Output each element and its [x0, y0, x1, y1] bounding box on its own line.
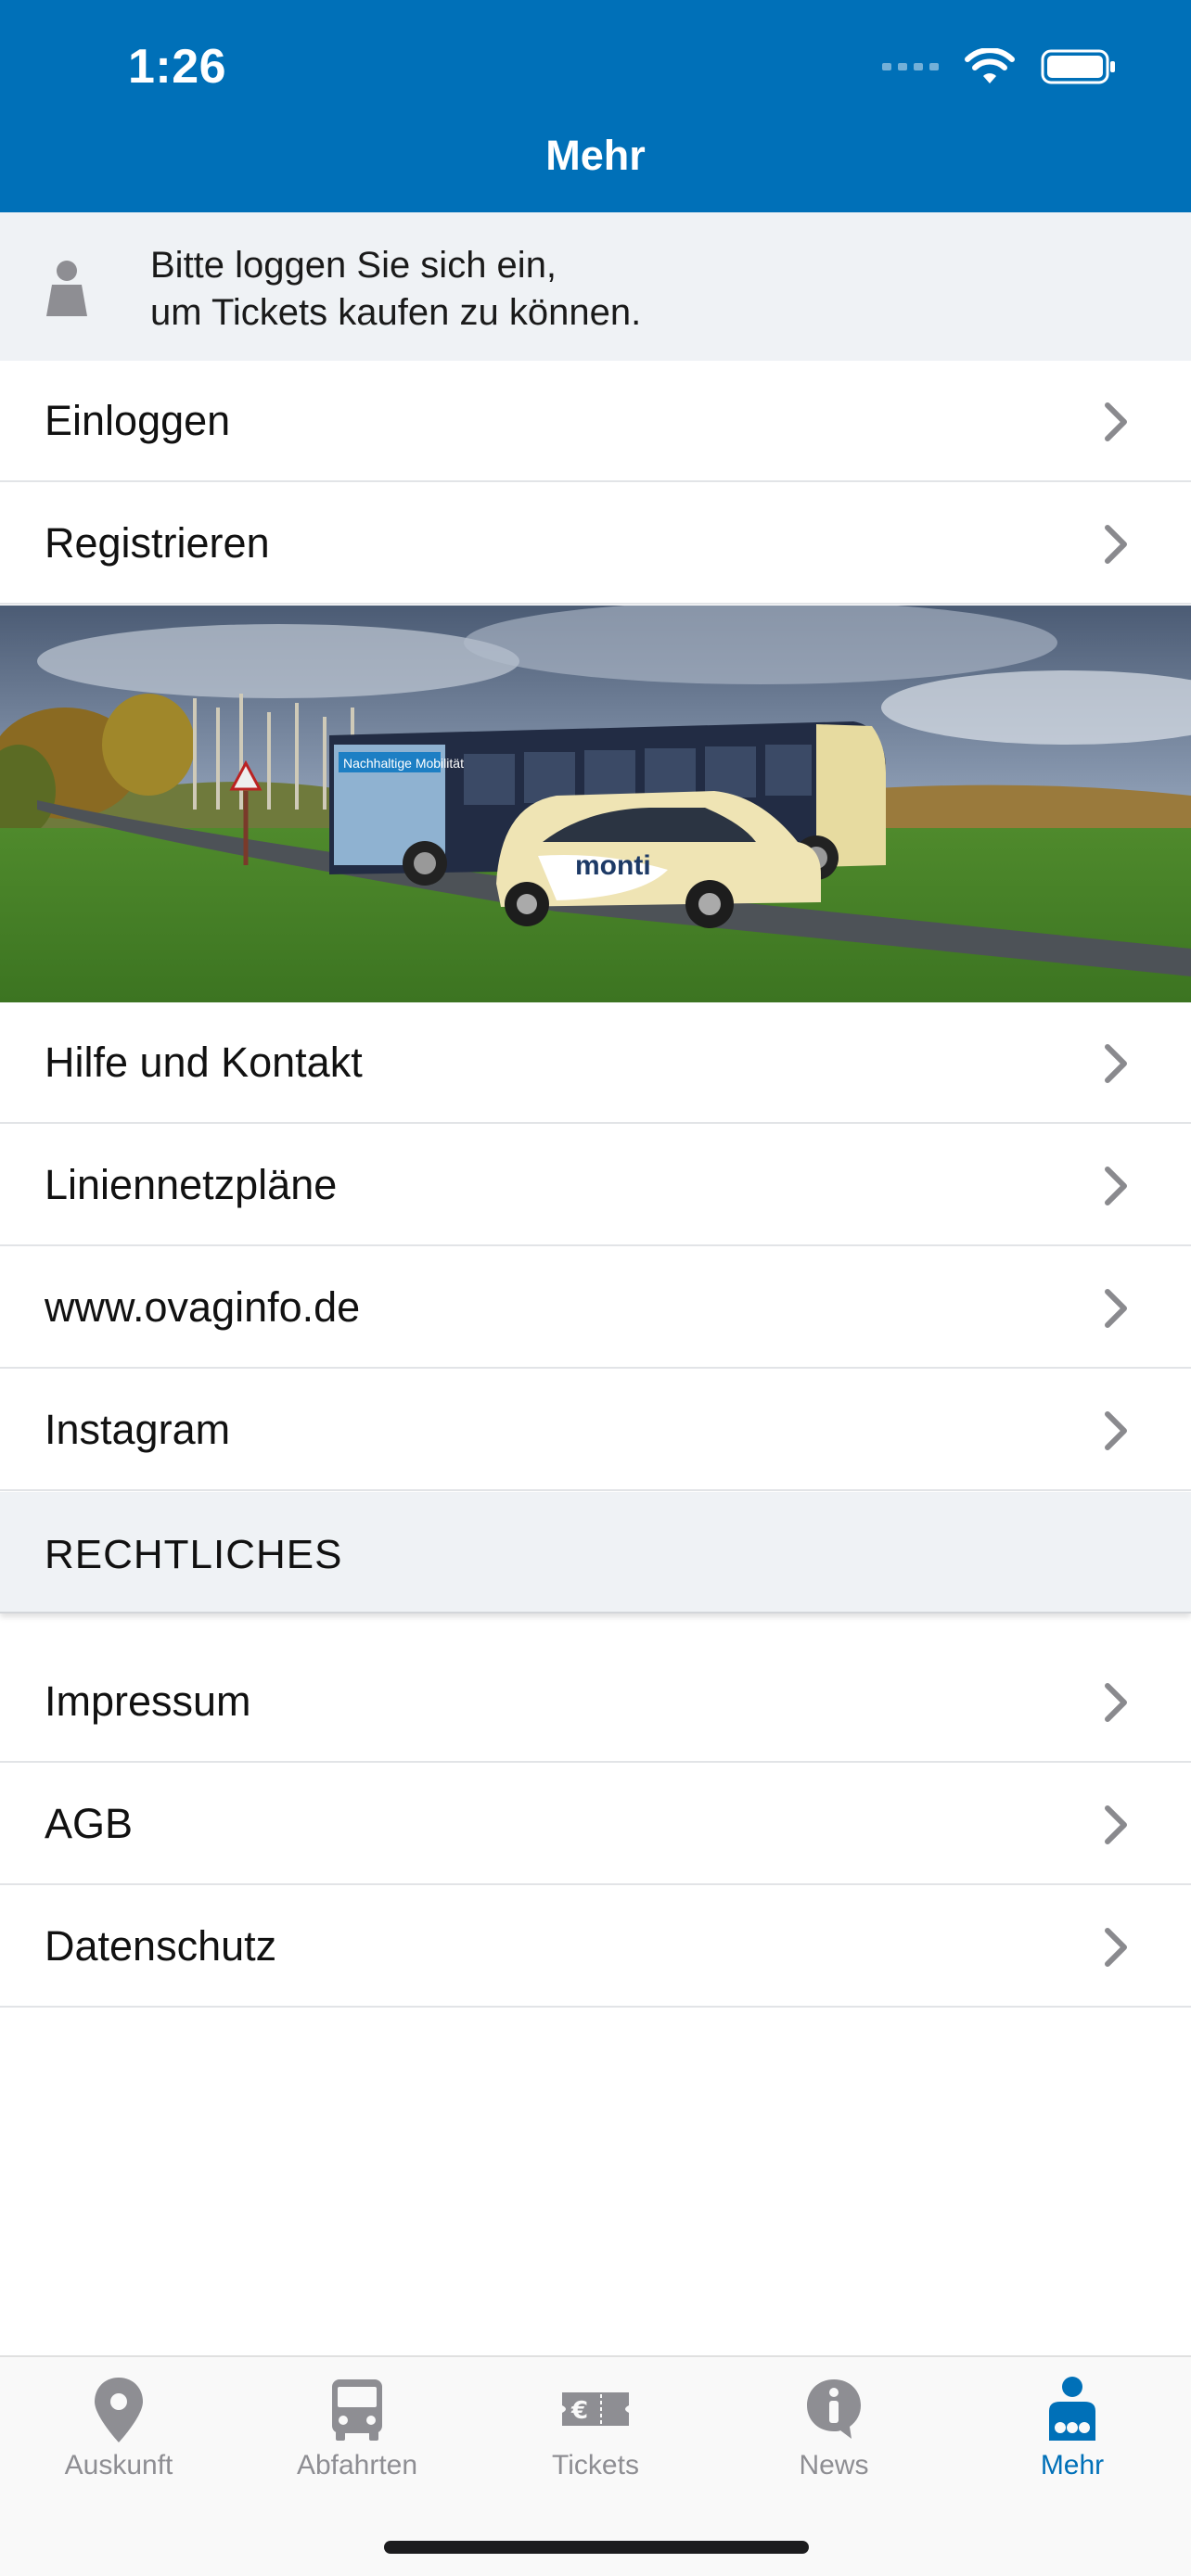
- login-row[interactable]: Einloggen: [0, 361, 1191, 482]
- bus-icon: [332, 2379, 382, 2441]
- tab-mehr[interactable]: Mehr: [954, 2374, 1191, 2494]
- chevron-right-icon: [1105, 1289, 1127, 1328]
- login-row-label: Einloggen: [45, 396, 231, 444]
- login-banner: Bitte loggen Sie sich ein, um Tickets ka…: [0, 212, 1191, 361]
- tab-mehr-label: Mehr: [1040, 2450, 1105, 2480]
- imprint-row[interactable]: Impressum: [0, 1641, 1191, 1763]
- instagram-row[interactable]: Instagram: [0, 1370, 1191, 1491]
- help-contact-row[interactable]: Hilfe und Kontakt: [0, 1002, 1191, 1124]
- hero-image-bus-and-taxi: Nachhaltige Mobilität? monti: [0, 606, 1191, 1002]
- chevron-right-icon: [1105, 525, 1127, 564]
- chevron-right-icon: [1105, 402, 1127, 441]
- website-label: www.ovaginfo.de: [45, 1282, 361, 1331]
- chevron-right-icon: [1105, 1411, 1127, 1450]
- imprint-label: Impressum: [45, 1677, 251, 1725]
- chevron-right-icon: [1105, 1928, 1127, 1967]
- chevron-right-icon: [1105, 1683, 1127, 1722]
- tab-abfahrten[interactable]: Abfahrten: [238, 2374, 476, 2494]
- status-time: 1:26: [128, 40, 227, 94]
- help-contact-label: Hilfe und Kontakt: [45, 1038, 363, 1086]
- chevron-right-icon: [1105, 1167, 1127, 1205]
- page-title: Mehr: [545, 132, 646, 179]
- website-row[interactable]: www.ovaginfo.de: [0, 1247, 1191, 1369]
- people-icon: [1049, 2377, 1095, 2441]
- tab-tickets[interactable]: € Tickets: [477, 2374, 714, 2494]
- tab-auskunft-label: Auskunft: [64, 2450, 173, 2480]
- legal-section-title: RECHTLICHES: [45, 1532, 343, 1577]
- navigation-header: 1:26 Mehr: [0, 0, 1191, 212]
- person-icon: [46, 261, 87, 316]
- car-brand-text: monti: [575, 850, 651, 881]
- home-indicator[interactable]: [384, 2541, 809, 2554]
- chevron-right-icon: [1105, 1805, 1127, 1844]
- svg-text:€: €: [570, 2397, 588, 2425]
- bus-banner-text: Nachhaltige Mobilität?: [343, 756, 471, 771]
- status-icons: [882, 45, 1117, 89]
- location-pin-icon: [95, 2378, 143, 2442]
- cellular-signal-icon: [882, 63, 939, 70]
- tab-news-label: News: [799, 2450, 869, 2480]
- login-message: Bitte loggen Sie sich ein, um Tickets ka…: [150, 242, 641, 337]
- app-screen: 1:26 Mehr Bitte loggen Sie sich ein, um …: [0, 0, 1191, 2576]
- tab-news[interactable]: News: [715, 2374, 953, 2494]
- login-message-line1: Bitte loggen Sie sich ein,: [150, 245, 557, 286]
- battery-icon: [1041, 49, 1115, 84]
- instagram-label: Instagram: [45, 1405, 231, 1453]
- legal-section-header: RECHTLICHES: [0, 1492, 1191, 1613]
- ticket-icon: €: [562, 2392, 629, 2426]
- network-maps-label: Liniennetzpläne: [45, 1160, 338, 1208]
- privacy-label: Datenschutz: [45, 1921, 277, 1970]
- register-row[interactable]: Registrieren: [0, 483, 1191, 605]
- network-maps-row[interactable]: Liniennetzpläne: [0, 1125, 1191, 1246]
- privacy-row[interactable]: Datenschutz: [0, 1886, 1191, 2008]
- terms-label: AGB: [45, 1799, 134, 1847]
- hero-illustration: Nachhaltige Mobilität? monti: [0, 606, 1191, 1002]
- chevron-right-icon: [1105, 1044, 1127, 1083]
- wifi-icon: [965, 48, 1015, 83]
- tab-auskunft[interactable]: Auskunft: [0, 2374, 237, 2494]
- tab-tickets-label: Tickets: [552, 2450, 639, 2480]
- terms-row[interactable]: AGB: [0, 1764, 1191, 1885]
- login-message-line2: um Tickets kaufen zu können.: [150, 292, 642, 333]
- info-icon: [807, 2379, 861, 2439]
- register-row-label: Registrieren: [45, 518, 270, 567]
- tab-abfahrten-label: Abfahrten: [296, 2450, 418, 2480]
